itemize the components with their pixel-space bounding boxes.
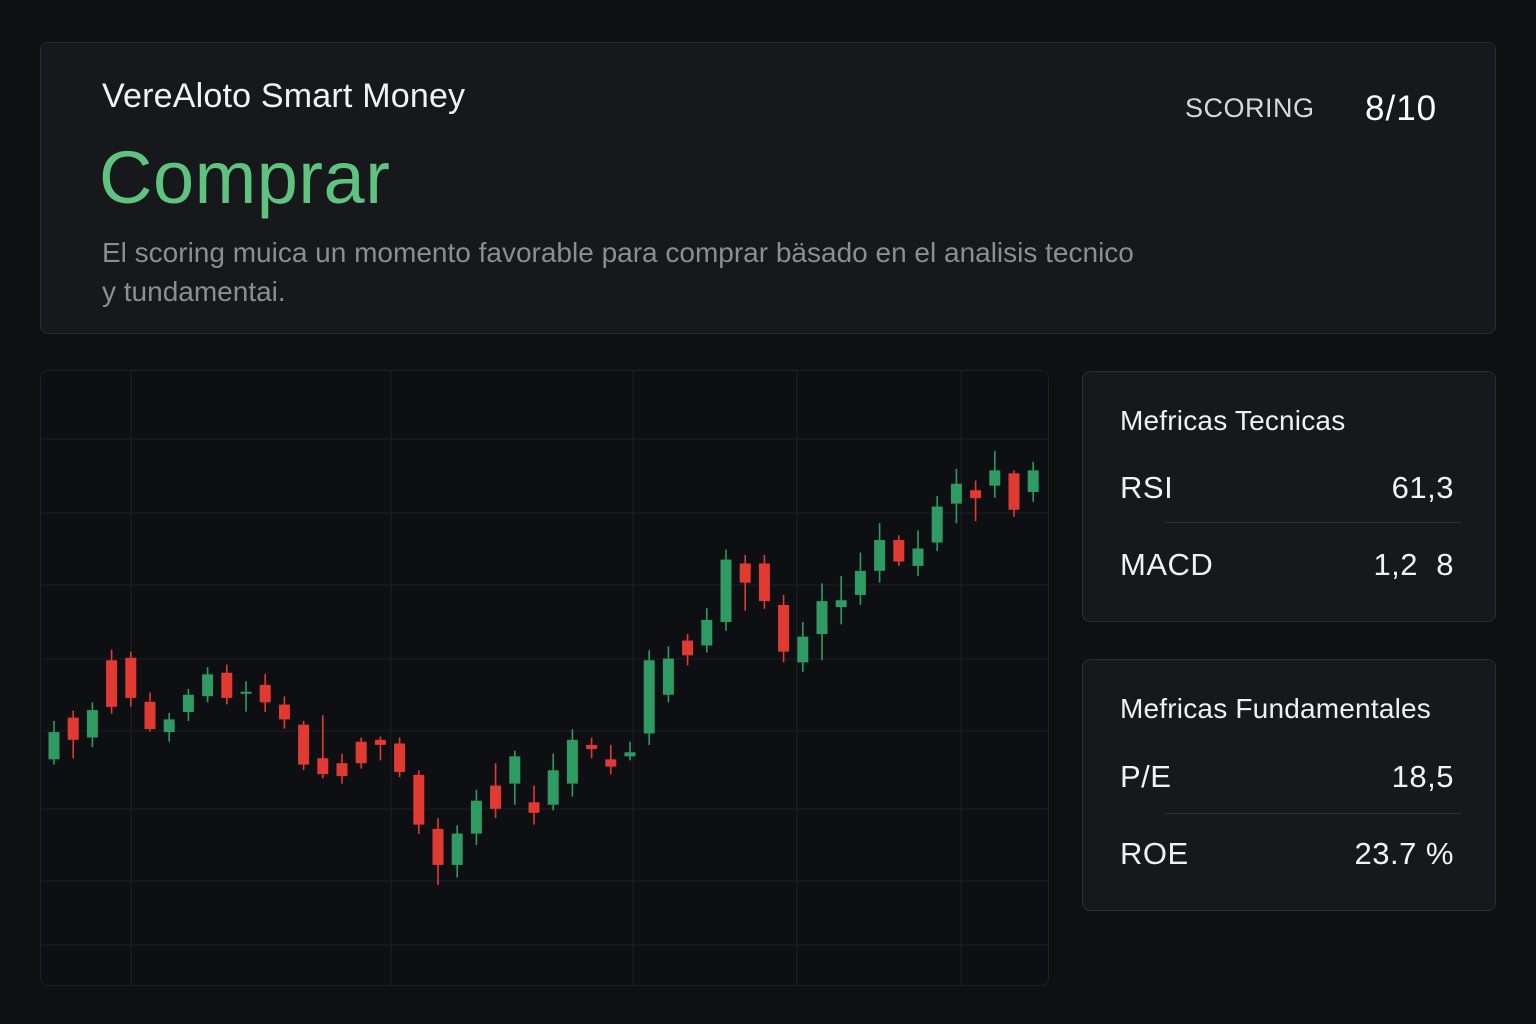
candle-body-50: [1008, 473, 1020, 510]
candle-body-8: [202, 674, 214, 697]
recommendation-description: El scoring muica un momento favorable pa…: [102, 237, 1134, 307]
recommendation-verdict: Comprar: [99, 136, 391, 219]
candle-body-38: [778, 604, 790, 652]
candle-body-0: [48, 732, 60, 760]
recommendation-panel: VereAloto Smart Money Comprar El scoring…: [40, 42, 1496, 334]
technical-metrics-title: Mefricas Tecnicas: [1120, 405, 1346, 436]
pe-row: P/E 18,5: [1120, 757, 1454, 797]
candlestick-chart: [41, 371, 1048, 985]
candle-body-36: [739, 563, 751, 583]
candle-body-33: [682, 640, 694, 656]
candle-body-44: [893, 540, 905, 562]
candle-body-29: [605, 759, 617, 767]
candle-body-37: [758, 563, 770, 602]
price-chart[interactable]: [40, 370, 1049, 986]
fundamental-metrics-title: Mefricas Fundamentales: [1120, 693, 1431, 724]
candle-body-51: [1027, 470, 1039, 492]
candle-body-11: [259, 684, 271, 703]
scoring-label: SCORING: [1185, 93, 1315, 123]
candle-body-35: [720, 559, 732, 623]
candle-body-18: [394, 743, 406, 773]
pe-value: 18,5: [1391, 759, 1454, 794]
candle-body-19: [413, 774, 425, 825]
candle-body-43: [874, 540, 886, 571]
candle-body-32: [662, 658, 674, 695]
candle-body-12: [278, 704, 290, 720]
candle-body-49: [989, 470, 1001, 486]
candle-body-30: [624, 752, 636, 757]
pe-label: P/E: [1120, 759, 1172, 794]
brand-title: VereAloto Smart Money: [102, 77, 466, 115]
candle-body-4: [125, 657, 137, 698]
candle-body-20: [432, 828, 444, 865]
rsi-row: RSI 61,3: [1120, 468, 1454, 508]
metric-divider: [1165, 522, 1461, 523]
macd-row: MACD 1,2 8: [1120, 545, 1454, 585]
candle-body-21: [451, 833, 463, 865]
candle-body-9: [221, 672, 233, 698]
candle-body-15: [336, 763, 348, 777]
candle-body-47: [950, 483, 962, 504]
roe-label: ROE: [1120, 836, 1189, 871]
candle-body-41: [835, 600, 847, 608]
candle-body-3: [106, 660, 118, 707]
candle-body-22: [470, 800, 482, 834]
candle-body-28: [586, 744, 598, 749]
rsi-value: 61,3: [1391, 470, 1454, 505]
candle-body-48: [970, 490, 982, 499]
candle-body-24: [509, 756, 521, 784]
candle-body-26: [547, 770, 559, 805]
fundamental-metrics-card: Mefricas Fundamentales P/E 18,5 ROE 23.7…: [1082, 659, 1496, 911]
candle-body-34: [701, 619, 713, 646]
candle-body-5: [144, 701, 156, 730]
candle-body-16: [355, 741, 367, 764]
candle-body-42: [854, 570, 866, 595]
candle-body-2: [86, 710, 98, 738]
scoring-value: 8/10: [1365, 89, 1438, 128]
candle-body-10: [240, 691, 252, 694]
macd-value: 1,2 8: [1373, 547, 1454, 582]
candle-body-17: [374, 739, 386, 745]
candle-body-39: [797, 636, 809, 663]
macd-label: MACD: [1120, 547, 1214, 582]
candle-body-25: [528, 802, 540, 813]
candle-body-1: [67, 717, 79, 740]
candle-body-45: [912, 548, 924, 566]
candle-body-14: [317, 758, 329, 775]
candle-body-13: [298, 724, 310, 765]
candle-body-27: [566, 739, 578, 784]
technical-metrics-card: Mefricas Tecnicas RSI 61,3 MACD 1,2 8: [1082, 371, 1496, 622]
candle-body-23: [490, 785, 502, 809]
metric-divider: [1165, 813, 1461, 814]
candle-body-31: [643, 660, 655, 734]
roe-value: 23.7 %: [1354, 836, 1454, 871]
roe-row: ROE 23.7 %: [1120, 834, 1454, 874]
rsi-label: RSI: [1120, 470, 1174, 505]
candle-body-7: [182, 694, 194, 712]
candle-body-46: [931, 506, 943, 543]
candle-body-40: [816, 601, 828, 635]
candle-body-6: [163, 719, 175, 733]
